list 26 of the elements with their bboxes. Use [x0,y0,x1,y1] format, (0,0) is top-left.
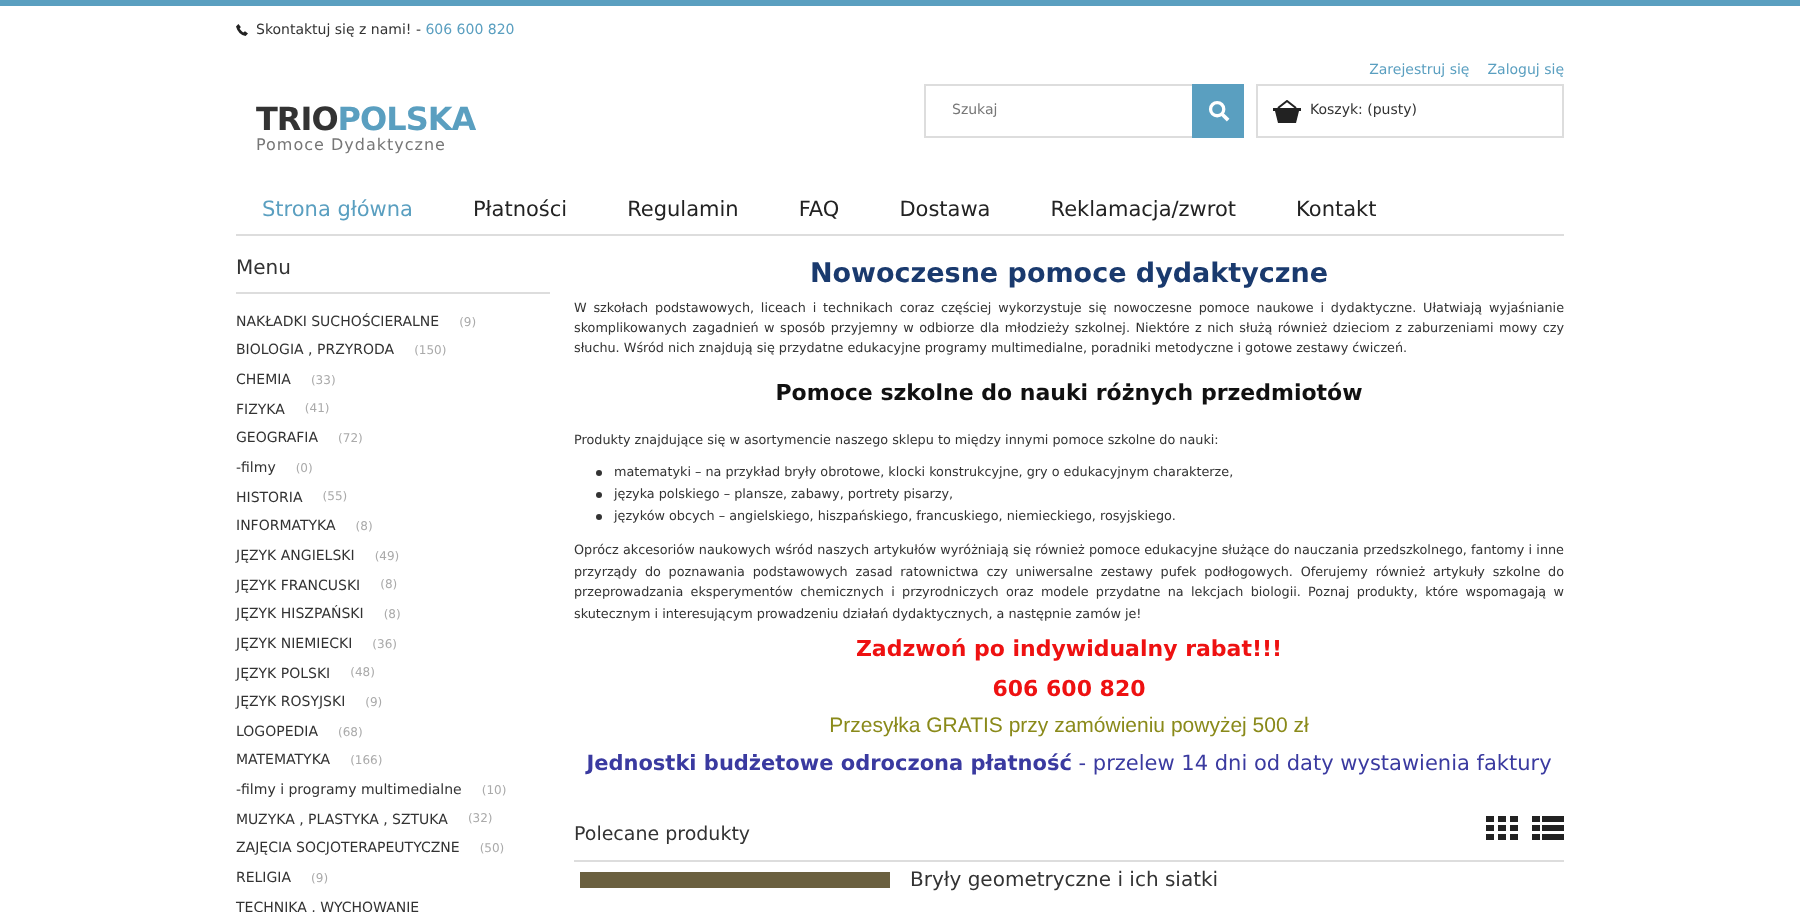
logo-text[interactable]: TRIO [256,104,338,136]
list-view-icon[interactable] [1532,815,1564,840]
search-icon [1207,100,1229,122]
phone-icon [236,24,248,37]
nav-link[interactable]: Regulamin [627,196,739,228]
promo-text: Zadzwoń po indywidualny rabat!!! [855,634,1283,667]
bullet-icon [596,470,602,477]
grid-view-icon[interactable] [1486,815,1518,840]
bullet-icon [596,492,602,499]
promo-text: Przesyłka GRATIS przy zamówieniu powyżej 500 zł [829,712,1309,743]
logo-tagline: Pomoce Dydaktyczne [256,138,448,154]
promo-text: 606 600 820 [992,673,1146,706]
section-heading: Pomoce szkolne do nauki różnych przedmiotów [773,378,1365,410]
featured-heading: Polecane produkty [574,822,751,851]
nav-link[interactable]: FAQ [798,196,840,228]
nav-link[interactable]: Płatności [472,196,568,228]
nav-link[interactable]: Kontakt [1296,196,1377,228]
nav-link[interactable]: Reklamacja/zwrot [1050,196,1237,228]
search-button[interactable] [1192,84,1244,138]
sidebar-title: Menu [236,253,550,294]
basket-icon [1272,99,1302,123]
main-heading: Nowoczesne pomoce dydaktyczne [807,255,1331,294]
product-title[interactable]: Bryły geometryczne i ich siatki [910,871,1219,892]
bullet-icon [596,514,602,521]
promo-text: Jednostki budżetowe odroczona płatność - przelew 14 dni od daty wystawienia faktury [586,749,1552,780]
nav-link[interactable]: Dostawa [899,196,991,228]
